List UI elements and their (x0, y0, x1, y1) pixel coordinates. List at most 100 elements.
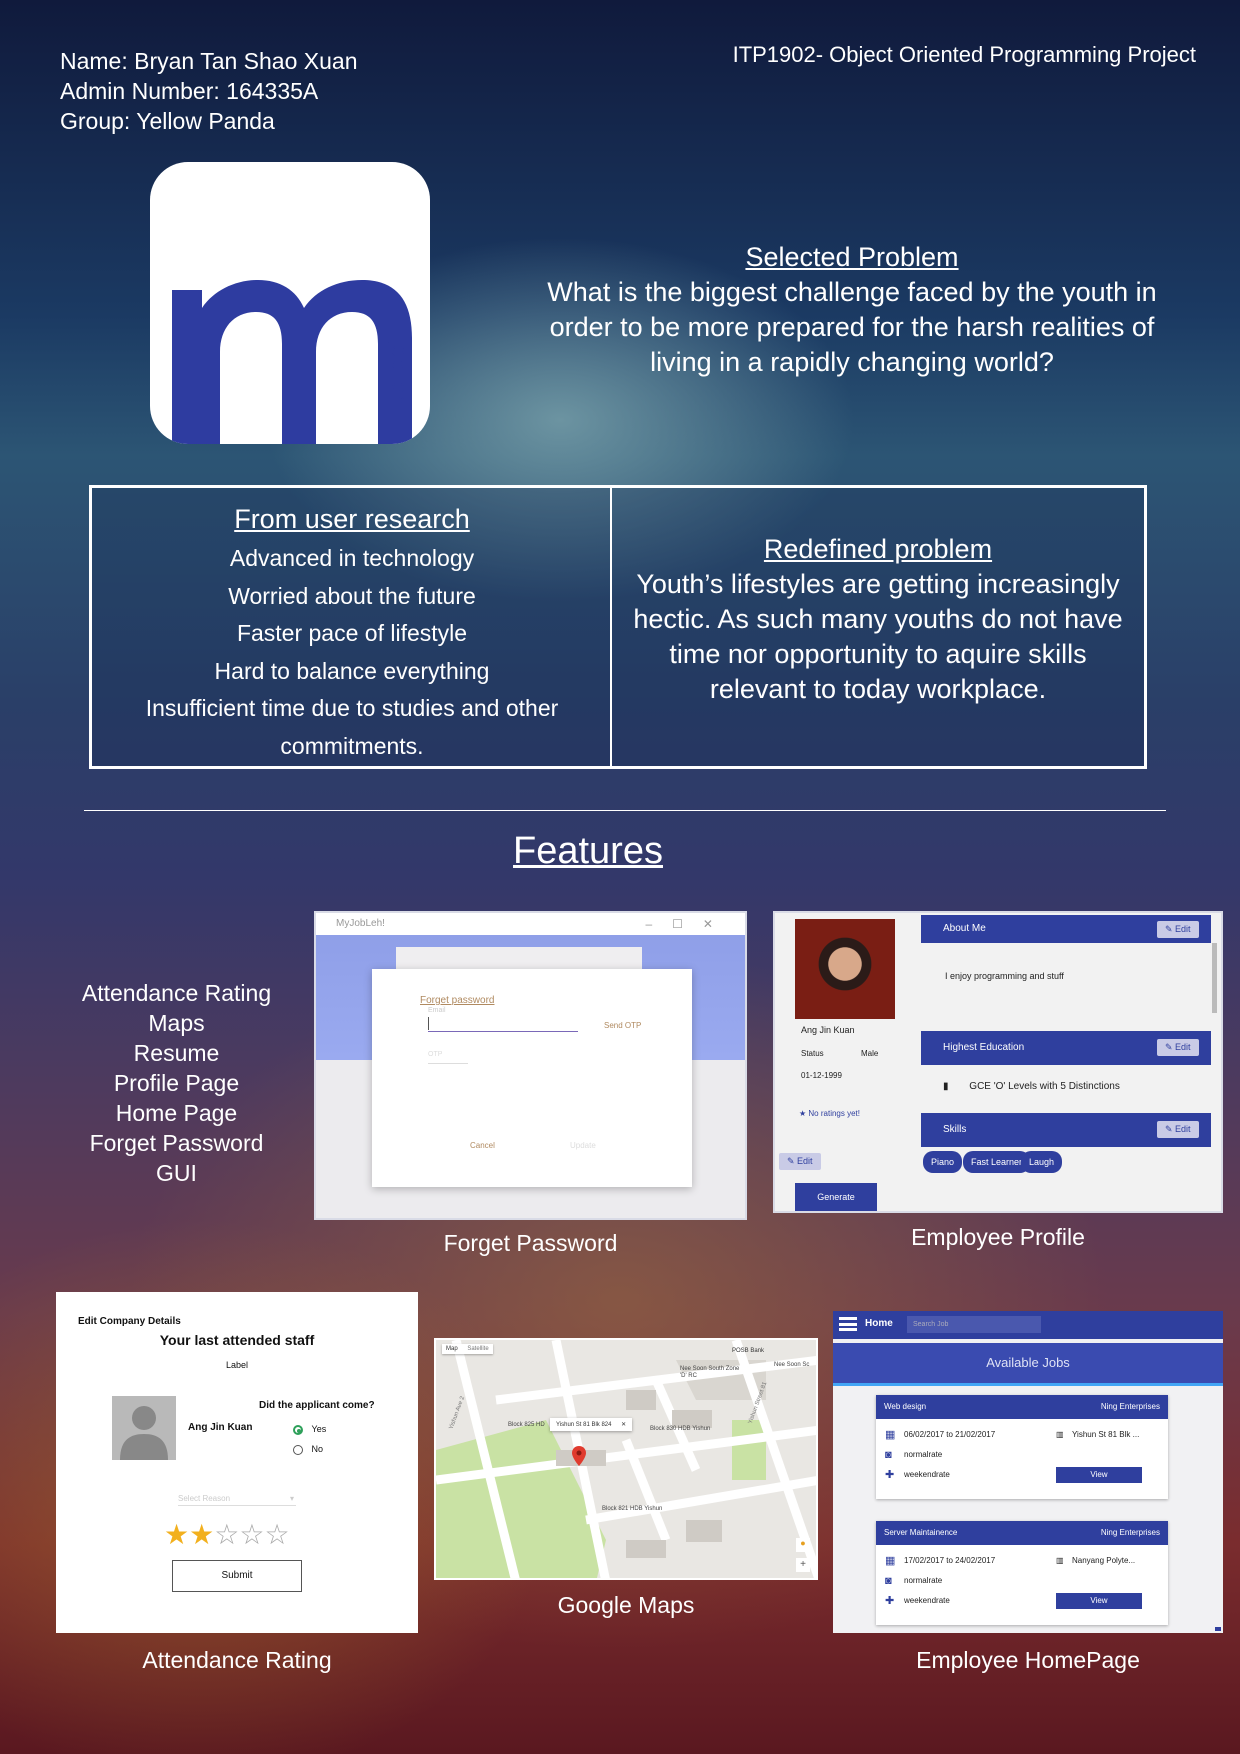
map-button[interactable]: Map (446, 1346, 458, 1352)
submit-button[interactable]: Submit (172, 1560, 302, 1592)
map-icon: ▥ (1056, 1556, 1064, 1565)
cancel-button[interactable]: Cancel (470, 1141, 495, 1150)
home-title: Home (865, 1318, 893, 1329)
window-titlebar: MyJobLeh! –☐✕ (316, 913, 745, 935)
skill-chip[interactable]: Piano (923, 1151, 963, 1173)
research-item: Worried about the future (228, 582, 476, 609)
scroll-indicator[interactable] (1215, 1627, 1221, 1631)
redefined-problem: Redefined problem Youth’s lifestyles are… (612, 532, 1144, 766)
no-radio[interactable]: No (293, 1444, 323, 1455)
zoom-in-icon[interactable]: + (796, 1558, 810, 1572)
view-button[interactable]: View (1056, 1593, 1142, 1609)
feature-item: GUI (156, 1160, 197, 1186)
job-dates-row: ▦ 06/02/2017 to 21/02/2017 ▥ Yishun St 81 … (876, 1425, 1168, 1445)
job-rate: normalrate (904, 1450, 943, 1459)
skill-chip[interactable]: Fast Learner (963, 1151, 1031, 1173)
map-canvas[interactable] (436, 1340, 818, 1580)
job-rate-row: ◙ normalrate (876, 1445, 1168, 1465)
attendance-label: Label (225, 1360, 249, 1370)
map-info-text: Yishun St 81 Blk 824 (556, 1422, 612, 1428)
scrollbar[interactable] (1212, 943, 1217, 1013)
window-controls-icon: –☐✕ (645, 917, 733, 931)
job-card[interactable]: Server Maintainence Ning Enterprises ▦ 17/… (876, 1521, 1168, 1625)
job-card[interactable]: Web design Ning Enterprises ▦ 06/02/2017 t… (876, 1395, 1168, 1499)
generate-button[interactable]: Generate (795, 1183, 877, 1211)
edit-icon: ✎ (787, 1156, 798, 1166)
profile-photo (795, 919, 895, 1019)
dob-value: 01-12-1999 (801, 1071, 842, 1080)
skills-edit-button[interactable]: ✎ Edit (1157, 1121, 1199, 1138)
student-name: Name: Bryan Tan Shao Xuan (60, 48, 358, 74)
profile-name: Ang Jin Kuan (801, 1025, 855, 1035)
star-empty-icon[interactable]: ☆ (214, 1519, 239, 1550)
reason-select[interactable]: Select Reason ▾ (178, 1494, 296, 1506)
close-icon[interactable]: ✕ (621, 1422, 626, 1428)
radio-selected-icon (293, 1424, 303, 1435)
star-empty-icon[interactable]: ☆ (264, 1519, 289, 1550)
money-icon: ◙ (885, 1575, 892, 1587)
satellite-button[interactable]: Satellite (467, 1346, 488, 1352)
email-input[interactable] (428, 1031, 578, 1032)
employee-profile-screenshot: Ang Jin Kuan Status Male 01-12-1999 ★ No… (773, 911, 1223, 1213)
poster: { "header": { "name": "Name: Bryan Tan S… (0, 0, 1240, 1754)
app-bar: Home Search Job (833, 1311, 1223, 1339)
about-edit-button[interactable]: ✎ Edit (1157, 921, 1199, 938)
student-info: Name: Bryan Tan Shao Xuan Admin Number: … (60, 46, 357, 136)
text-cursor (428, 1017, 429, 1030)
map-label: Nee Soon South Zone 'D' RC (680, 1366, 740, 1379)
job-rate-row: ◙ normalrate (876, 1571, 1168, 1591)
map-type-control[interactable]: Map Satellite (442, 1344, 493, 1354)
job-location: Yishun St 81 Blk ... (1072, 1430, 1140, 1439)
person-icon (120, 1406, 168, 1460)
banner-accent (833, 1383, 1223, 1386)
edit-label: Edit (1175, 924, 1191, 934)
no-label: No (311, 1444, 324, 1454)
google-maps-screenshot: Map Satellite POSB Bank Nee Soon South Z… (434, 1338, 818, 1580)
feature-item: Attendance Rating (81, 980, 272, 1006)
edit-company-details: Edit Company Details (78, 1316, 181, 1327)
job-weekend-row: ✚ weekendrate View (876, 1465, 1168, 1485)
update-button[interactable]: Update (570, 1141, 596, 1150)
map-info-window[interactable]: Yishun St 81 Blk 824 ✕ (550, 1418, 633, 1431)
star-icon: ★ (799, 1109, 809, 1118)
otp-input[interactable] (428, 1063, 468, 1064)
ratings-text: No ratings yet! (808, 1109, 860, 1118)
forget-link[interactable]: Forget password (420, 995, 494, 1006)
user-research-heading: From user research (234, 504, 470, 534)
edit-label: Edit (1175, 1124, 1191, 1134)
research-item: Faster pace of lifestyle (236, 620, 468, 646)
search-input[interactable]: Search Job (907, 1316, 1041, 1333)
ratings-status: ★ No ratings yet! (799, 1109, 860, 1118)
profile-edit-button[interactable]: ✎ Edit (779, 1153, 821, 1170)
skill-chip[interactable]: Laugh (1021, 1151, 1063, 1173)
job-weekend-row: ✚ weekendrate View (876, 1591, 1168, 1611)
star-filled-icon[interactable]: ★ (164, 1519, 189, 1550)
send-otp-button[interactable]: Send OTP (604, 1021, 641, 1030)
education-row: ▮ GCE 'O' Levels with 5 Distinctions (943, 1081, 1120, 1092)
map-label: Nee Soon Sc (774, 1362, 810, 1368)
star-rating[interactable]: ★★☆☆☆ (164, 1518, 290, 1551)
status-label: Status (801, 1049, 824, 1058)
education-edit-button[interactable]: ✎ Edit (1157, 1039, 1199, 1056)
features-list: Attendance Rating Maps Resume Profile Pa… (60, 978, 293, 1188)
edit-icon: ✎ (1165, 924, 1176, 934)
research-item: Hard to balance everything (214, 657, 490, 684)
feature-item: Profile Page (113, 1070, 240, 1096)
otp-label: OTP (428, 1051, 443, 1058)
view-button[interactable]: View (1056, 1467, 1142, 1483)
logo-wordmark: jobLeh (387, 340, 412, 407)
star-empty-icon[interactable]: ☆ (239, 1519, 264, 1550)
job-weekend-rate: weekendrate (904, 1596, 950, 1605)
yes-radio[interactable]: Yes (293, 1424, 326, 1435)
map-icon: ▥ (1056, 1430, 1064, 1439)
job-title: Server Maintainence (884, 1528, 958, 1537)
redefined-heading: Redefined problem (763, 534, 993, 564)
pegman-icon[interactable]: ● (796, 1538, 810, 1552)
star-filled-icon[interactable]: ★ (189, 1519, 214, 1550)
map-label: Block 825 HD (508, 1422, 545, 1428)
user-research: From user research Advanced in technolog… (92, 488, 612, 766)
course-title: ITP1902- Object Oriented Programming Pro… (732, 42, 1196, 67)
plus-icon: ✚ (885, 1595, 895, 1607)
map-pin-icon[interactable] (572, 1446, 586, 1466)
menu-icon[interactable] (839, 1317, 857, 1331)
